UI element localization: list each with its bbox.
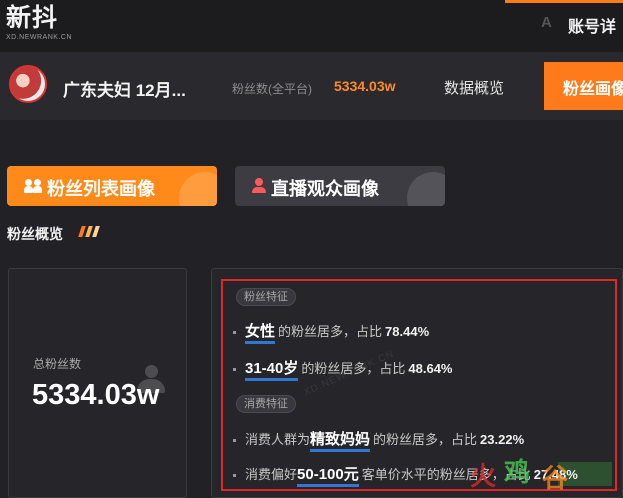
fan-features-tag: 粉丝特征 xyxy=(236,288,296,306)
decorative-circle xyxy=(179,172,217,206)
consumption-features-tag: 消费特征 xyxy=(236,395,296,413)
feature-item: 消费人群为精致妈妈 的粉丝居多，占比 23.22% xyxy=(233,428,525,452)
tab-fans-portrait-label: 粉丝画像 xyxy=(563,81,623,98)
top-bar: 新抖 XD.NEWRANK.CN A 账号详 xyxy=(0,0,623,52)
feature-percent: 27.48% xyxy=(533,467,578,482)
people-icon xyxy=(24,179,42,193)
tab-data-overview[interactable]: 数据概览 xyxy=(444,77,504,98)
avatar[interactable] xyxy=(9,65,47,103)
bullet xyxy=(233,368,236,372)
feature-highlight: 50-100元 xyxy=(297,466,359,487)
title-decoration xyxy=(92,226,100,237)
active-indicator xyxy=(505,0,623,3)
total-fans-value: 5334.03w xyxy=(32,379,160,411)
fans-count-value: 5334.03w xyxy=(334,78,396,94)
feature-item: 女性 的粉丝居多，占比 78.44% xyxy=(233,320,430,344)
decorative-circle xyxy=(407,172,445,206)
subtab-fans-list-portrait[interactable]: 粉丝列表画像 xyxy=(7,166,217,206)
fans-count-label: 粉丝数(全平台) xyxy=(232,82,312,96)
logo-subtitle: XD.NEWRANK.CN xyxy=(6,34,73,41)
feature-percent: 23.22% xyxy=(480,432,525,447)
bullet xyxy=(233,474,236,478)
total-fans-card: 总粉丝数 5334.03w xyxy=(8,268,187,498)
feature-highlight: 女性 xyxy=(245,323,276,344)
subtab-label: 粉丝列表画像 xyxy=(47,179,155,199)
bullet xyxy=(233,331,236,335)
account-detail-link[interactable]: 账号详 xyxy=(568,13,616,37)
feature-percent: 48.64% xyxy=(408,361,453,376)
feature-percent: 78.44% xyxy=(385,324,430,339)
feature-item: 31-40岁 的粉丝居多，占比 48.64% xyxy=(233,357,453,381)
total-fans-label: 总粉丝数 xyxy=(33,357,82,371)
subtab-live-audience-portrait[interactable]: 直播观众画像 xyxy=(235,166,445,206)
feature-highlight: 精致妈妈 xyxy=(310,431,371,452)
account-name[interactable]: 广东夫妇 12月... xyxy=(63,76,186,101)
user-icon xyxy=(252,178,266,194)
bullet xyxy=(233,439,236,443)
logo-text: 新抖 xyxy=(6,4,59,32)
feature-highlight: 31-40岁 xyxy=(245,360,299,381)
font-size-icon[interactable]: A xyxy=(541,14,552,31)
subtab-label: 直播观众画像 xyxy=(271,179,379,199)
tab-fans-portrait[interactable]: 粉丝画像 xyxy=(544,62,623,110)
feature-item: 消费偏好50-100元 客单价水平的粉丝居多，占比 27.48% xyxy=(233,463,578,487)
annotation-box xyxy=(221,279,617,491)
profile-bar: 广东夫妇 12月... 粉丝数(全平台) 5334.03w 数据概览 粉丝画像 xyxy=(0,52,623,120)
logo[interactable]: 新抖 XD.NEWRANK.CN xyxy=(6,4,72,41)
section-title: 粉丝概览 xyxy=(7,226,63,242)
